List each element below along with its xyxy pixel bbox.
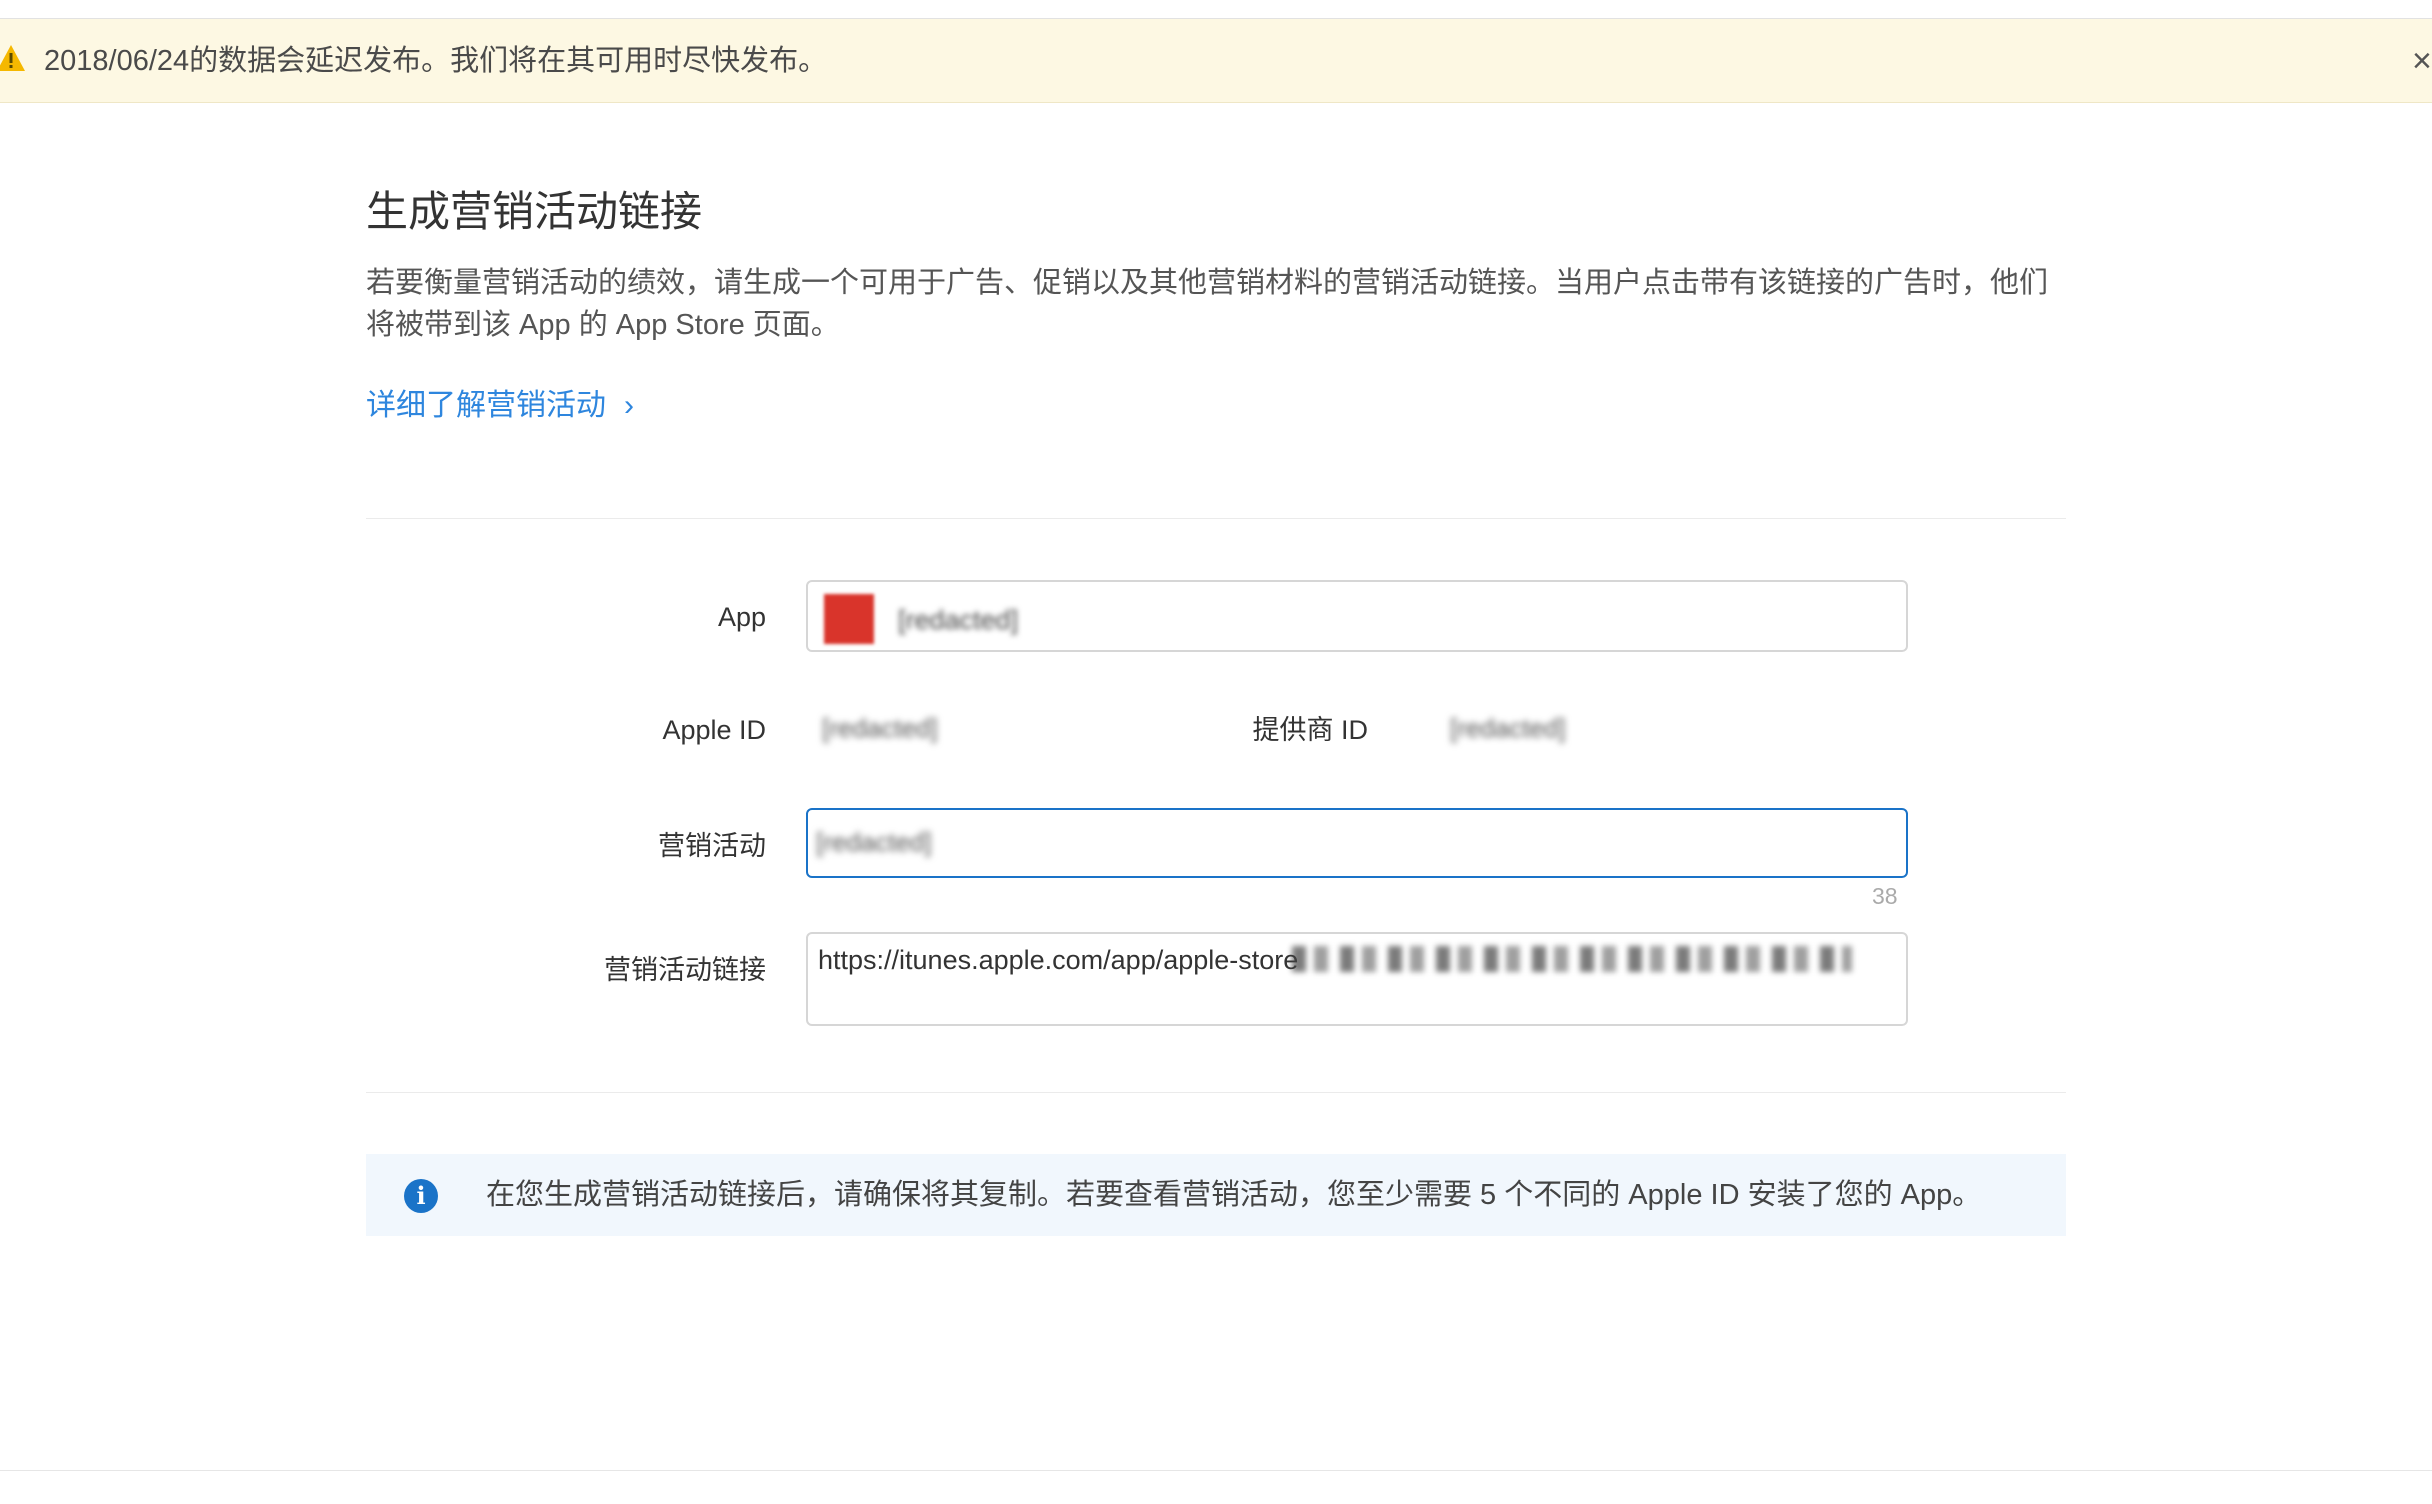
app-name: [redacted] [898,605,1019,635]
apple-id-label: Apple ID [662,715,766,745]
top-bar [0,0,2432,19]
campaign-link-label: 营销活动链接 [604,955,766,985]
app-icon [824,594,874,644]
section-divider [366,1092,2066,1093]
provider-id-label: 提供商 ID [1252,715,1368,745]
campaign-link-redacted [1292,946,1852,972]
page-description: 若要衡量营销活动的绩效，请生成一个可用于广告、促销以及其他营销材料的营销活动链接… [366,267,2049,341]
close-icon[interactable]: × [2412,41,2432,81]
banner-text: 2018/06/24的数据会延迟发布。我们将在其可用时尽快发布。 [44,45,828,77]
campaign-value: [redacted] [816,827,932,857]
learn-more-label: 详细了解营销活动 [366,389,606,422]
app-label: App [717,602,766,632]
provider-id-value: [redacted] [1450,713,1566,743]
character-counter: 38 [1872,883,1898,909]
notice-banner: 2018/06/24的数据会延迟发布。我们将在其可用时尽快发布。 × [0,19,2432,103]
page-title: 生成营销活动链接 [366,188,703,235]
info-icon: i [404,1179,438,1213]
footer-divider [0,1470,2432,1471]
info-text: 在您生成营销活动链接后，请确保将其复制。若要查看营销活动，您至少需要 5 个不同… [486,1179,1982,1211]
app-selector[interactable]: [redacted] [806,580,1908,652]
apple-id-value: [redacted] [822,713,938,743]
campaign-link-value: https://itunes.apple.com/app/apple-store [818,945,1299,975]
campaign-label: 营销活动 [658,831,766,861]
warning-icon [0,45,25,71]
learn-more-link[interactable]: 详细了解营销活动 › [366,384,634,428]
section-divider [366,518,2066,519]
chevron-right-icon: › [624,389,634,422]
campaign-input[interactable]: [redacted] [806,808,1908,878]
campaign-link-field[interactable]: https://itunes.apple.com/app/apple-store [806,932,1908,1026]
info-notice: i 在您生成营销活动链接后，请确保将其复制。若要查看营销活动，您至少需要 5 个… [366,1154,2066,1236]
